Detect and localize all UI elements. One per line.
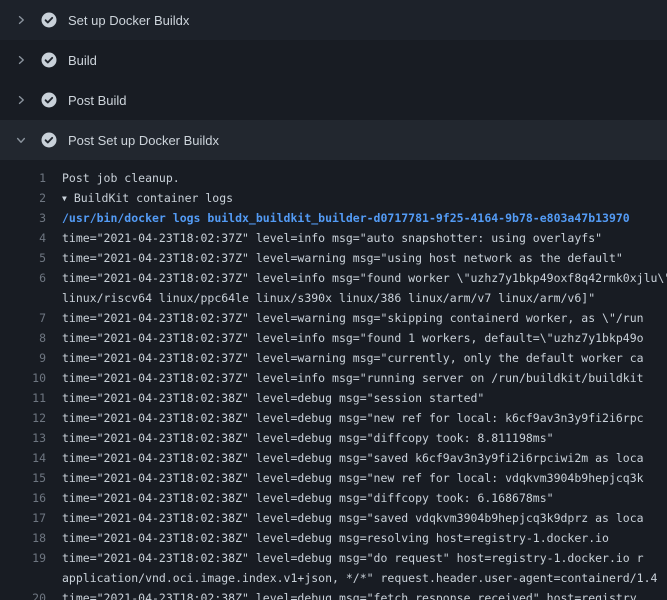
log-line: 15 time="2021-04-23T18:02:38Z" level=deb… (0, 468, 667, 488)
log-line: 8 time="2021-04-23T18:02:37Z" level=info… (0, 328, 667, 348)
log-line-text: Post job cleanup. (62, 168, 667, 188)
log-line: 17 time="2021-04-23T18:02:38Z" level=deb… (0, 508, 667, 528)
log-area: 1 Post job cleanup. 2 ▼ BuildKit containe… (0, 160, 667, 600)
log-line: application/vnd.oci.image.index.v1+json,… (0, 568, 667, 588)
log-line-text: time="2021-04-23T18:02:38Z" level=debug … (62, 388, 667, 408)
log-line-number[interactable]: 6 (0, 268, 46, 288)
check-circle-icon (41, 12, 57, 28)
log-line-number[interactable]: 2 (0, 188, 46, 208)
log-line: 7 time="2021-04-23T18:02:37Z" level=warn… (0, 308, 667, 328)
log-line-number[interactable]: 15 (0, 468, 46, 488)
log-line-number[interactable]: 13 (0, 428, 46, 448)
log-line-text: time="2021-04-23T18:02:38Z" level=debug … (62, 408, 667, 428)
check-circle-icon (41, 52, 57, 68)
log-line-text: time="2021-04-23T18:02:37Z" level=info m… (62, 328, 667, 348)
log-line-text: time="2021-04-23T18:02:38Z" level=debug … (62, 588, 667, 600)
log-line-text: time="2021-04-23T18:02:37Z" level=warnin… (62, 348, 667, 368)
log-line: 11 time="2021-04-23T18:02:38Z" level=deb… (0, 388, 667, 408)
steps-list: Set up Docker Buildx Build P (0, 0, 667, 160)
step-label: Post Set up Docker Buildx (68, 133, 219, 148)
log-line-text: time="2021-04-23T18:02:37Z" level=warnin… (62, 248, 667, 268)
log-line-number[interactable]: 5 (0, 248, 46, 268)
log-line-number (0, 568, 46, 588)
log-line-number[interactable]: 18 (0, 528, 46, 548)
log-line-text: ▼ BuildKit container logs (62, 188, 667, 208)
check-circle-icon (41, 132, 57, 148)
log-line-number[interactable]: 20 (0, 588, 46, 600)
log-line: 18 time="2021-04-23T18:02:38Z" level=deb… (0, 528, 667, 548)
chevron-right-icon (14, 93, 28, 107)
log-line-number[interactable]: 4 (0, 228, 46, 248)
step-row-post-set-up-docker-buildx[interactable]: Post Set up Docker Buildx (0, 120, 667, 160)
log-line-text: time="2021-04-23T18:02:38Z" level=debug … (62, 508, 667, 528)
log-line-text: time="2021-04-23T18:02:38Z" level=debug … (62, 428, 667, 448)
step-row-build[interactable]: Build (0, 40, 667, 80)
command-line-text: /usr/bin/docker logs buildx_buildkit_bui… (62, 208, 667, 228)
step-label: Build (68, 53, 97, 68)
log-line-text: time="2021-04-23T18:02:37Z" level=info m… (62, 228, 667, 248)
chevron-right-icon (14, 53, 28, 67)
log-line-text: time="2021-04-23T18:02:37Z" level=info m… (62, 268, 667, 288)
log-line: 1 Post job cleanup. (0, 168, 667, 188)
log-line: 4 time="2021-04-23T18:02:37Z" level=info… (0, 228, 667, 248)
log-line-number[interactable]: 16 (0, 488, 46, 508)
log-line: 13 time="2021-04-23T18:02:38Z" level=deb… (0, 428, 667, 448)
log-line: 3 /usr/bin/docker logs buildx_buildkit_b… (0, 208, 667, 228)
log-line: 2 ▼ BuildKit container logs (0, 188, 667, 208)
log-line: 20 time="2021-04-23T18:02:38Z" level=deb… (0, 588, 667, 600)
step-label: Set up Docker Buildx (68, 13, 189, 28)
step-row-set-up-docker-buildx[interactable]: Set up Docker Buildx (0, 0, 667, 40)
actions-log-viewer: Set up Docker Buildx Build P (0, 0, 667, 600)
log-line-text: time="2021-04-23T18:02:38Z" level=debug … (62, 468, 667, 488)
log-line: 10 time="2021-04-23T18:02:37Z" level=inf… (0, 368, 667, 388)
log-line-number[interactable]: 9 (0, 348, 46, 368)
check-circle-icon (41, 92, 57, 108)
log-line: 9 time="2021-04-23T18:02:37Z" level=warn… (0, 348, 667, 368)
log-line-text: time="2021-04-23T18:02:38Z" level=debug … (62, 548, 667, 568)
log-line-number[interactable]: 17 (0, 508, 46, 528)
log-line: 16 time="2021-04-23T18:02:38Z" level=deb… (0, 488, 667, 508)
log-line-text: application/vnd.oci.image.index.v1+json,… (62, 568, 667, 588)
log-line: 6 time="2021-04-23T18:02:37Z" level=info… (0, 268, 667, 288)
log-line: 5 time="2021-04-23T18:02:37Z" level=warn… (0, 248, 667, 268)
log-line-text: time="2021-04-23T18:02:38Z" level=debug … (62, 528, 667, 548)
triangle-down-icon[interactable]: ▼ (62, 189, 67, 208)
log-line-text: time="2021-04-23T18:02:37Z" level=warnin… (62, 308, 667, 328)
log-line-number[interactable]: 14 (0, 448, 46, 468)
step-row-post-build[interactable]: Post Build (0, 80, 667, 120)
log-line-number[interactable]: 11 (0, 388, 46, 408)
chevron-right-icon (14, 13, 28, 27)
log-line-text: time="2021-04-23T18:02:38Z" level=debug … (62, 448, 667, 468)
group-label[interactable]: BuildKit container logs (74, 191, 233, 205)
log-line-number[interactable]: 19 (0, 548, 46, 568)
step-label: Post Build (68, 93, 127, 108)
log-line-text: linux/riscv64 linux/ppc64le linux/s390x … (62, 288, 667, 308)
log-line: 14 time="2021-04-23T18:02:38Z" level=deb… (0, 448, 667, 468)
log-line-number[interactable]: 1 (0, 168, 46, 188)
log-line: linux/riscv64 linux/ppc64le linux/s390x … (0, 288, 667, 308)
log-line-number[interactable]: 12 (0, 408, 46, 428)
log-line-text: time="2021-04-23T18:02:37Z" level=info m… (62, 368, 667, 388)
chevron-down-icon (14, 133, 28, 147)
log-line-number (0, 288, 46, 308)
log-line: 19 time="2021-04-23T18:02:38Z" level=deb… (0, 548, 667, 568)
log-line-number[interactable]: 7 (0, 308, 46, 328)
log-line-text: time="2021-04-23T18:02:38Z" level=debug … (62, 488, 667, 508)
log-line: 12 time="2021-04-23T18:02:38Z" level=deb… (0, 408, 667, 428)
log-line-number[interactable]: 10 (0, 368, 46, 388)
log-line-number[interactable]: 3 (0, 208, 46, 228)
log-line-number[interactable]: 8 (0, 328, 46, 348)
